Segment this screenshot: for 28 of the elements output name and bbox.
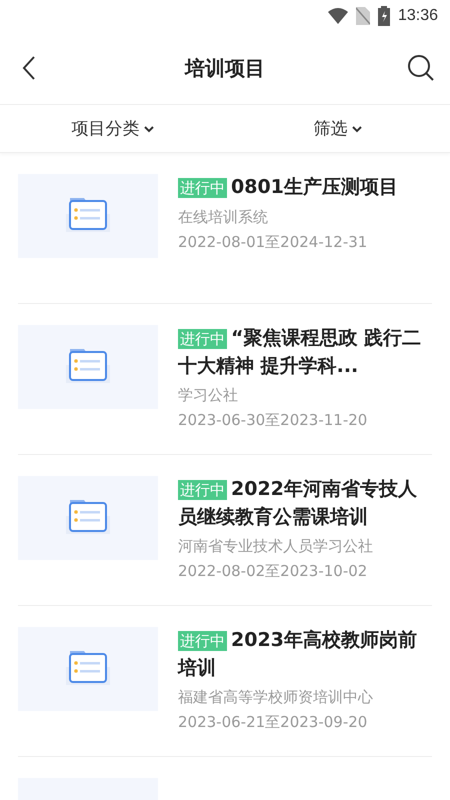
project-organizer: 学习公社 [178,386,239,405]
project-card[interactable]: 进行中 0801生产压测项目 在线培训系统 2022-08-01至2024-12-31 [18,153,432,304]
wifi-icon [328,8,348,24]
page-title: 培训项目 [185,54,265,82]
project-title: 进行中 0801生产压测项目 [178,175,399,200]
project-card[interactable]: 进行中 “聚焦课程思政 践行二十大精神 提升学科... 学习公社 2023-06-30至2023-11-20 [18,304,432,455]
project-organizer: 河南省专业技术人员学习公社 [178,537,374,556]
caret-icon [352,124,362,132]
back-icon [22,56,36,80]
project-card[interactable]: 进行中 2023年高校教师岗前培训 福建省高等学校师资培训中心 2023-06-21至2023-09-20 [18,606,432,757]
search-icon [407,54,435,82]
filter-dropdown[interactable]: 项目分类 [0,105,225,152]
project-organizer: 在线培训系统 [178,208,269,227]
project-title: 进行中 2022年河南省专技人员继续教育公需课培训 [178,477,418,530]
battery-charging-icon [378,6,390,26]
project-dates: 2023-06-21至2023-09-20 [178,713,368,732]
caret-icon [144,124,154,132]
project-dates: 2022-08-02至2023-10-02 [178,562,368,581]
no-sim-icon [356,7,370,25]
search-button[interactable] [406,53,436,83]
status-time: 13:36 [398,7,438,25]
project-title: 进行中 “聚焦课程思政 践行二十大精神 提升学科... [178,326,422,379]
project-organizer: 福建省高等学校师资培训中心 [178,688,374,707]
filter-dropdown[interactable]: 筛选 [225,105,450,152]
project-title: 进行中 2023年高校教师岗前培训 [178,628,418,681]
project-card[interactable]: 进行中 2022年河南省专技人员继续教育公需课培训 河南省专业技术人员学习公社 2022-08-02至2023-10-02 [18,455,432,606]
project-dates: 2022-08-01至2024-12-31 [178,233,368,252]
project-dates: 2023-06-30至2023-11-20 [178,411,368,430]
